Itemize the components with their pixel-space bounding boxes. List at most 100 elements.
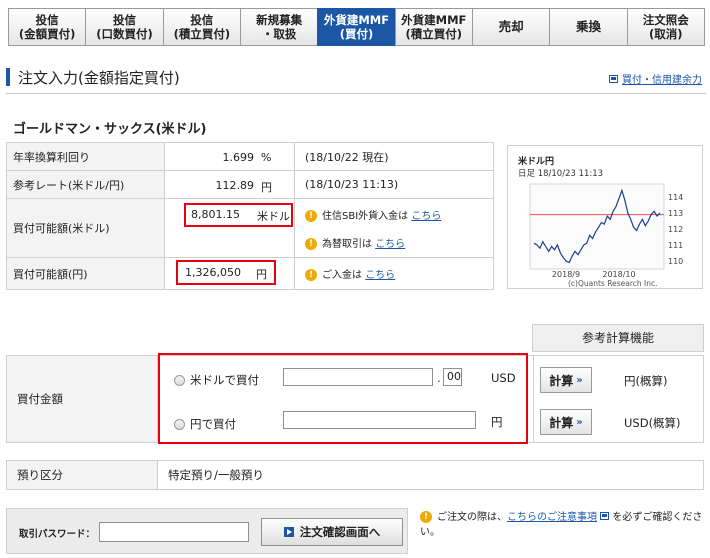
rate-unit: 円 xyxy=(261,181,272,194)
x-tick-label: 2018/10 xyxy=(602,270,635,279)
tab-sublabel: (積立買付) xyxy=(173,27,231,41)
table-row: 年率換算利回り 1.699 % (18/10/22 現在) xyxy=(6,142,494,171)
decimal-point: . xyxy=(437,371,441,385)
calculator-label: 参考計算機能 xyxy=(532,324,704,352)
notice-link[interactable]: こちらのご注意事項 xyxy=(507,512,597,523)
jpy-radio[interactable] xyxy=(174,418,185,430)
buying-power-link-label: 買付・信用建余力 xyxy=(622,75,702,86)
tab-label: 新規募集 xyxy=(256,13,303,27)
tab-sublabel: (金額買付) xyxy=(18,27,76,41)
page-title: 注文入力(金額指定買付) xyxy=(18,69,180,87)
confirm-order-button[interactable]: 注文確認画面へ xyxy=(261,518,403,546)
yield-label: 年率換算利回り xyxy=(6,142,165,171)
jpy-option-label: 円で買付 xyxy=(190,417,236,431)
yield-date: (18/10/22 現在) xyxy=(294,142,494,171)
jpy-deposit-text: ご入金は xyxy=(322,270,362,281)
purchase-amount-label: 買付金額 xyxy=(6,355,158,443)
password-input[interactable] xyxy=(99,522,249,542)
tab-label: 乗換 xyxy=(575,19,601,34)
order-notice: ! ご注文の際は、こちらのご注意事項 を必ずご確認ください。 xyxy=(420,510,705,540)
jpy-approx-label: 円(概算) xyxy=(624,374,668,388)
info-icon: ! xyxy=(305,209,317,222)
usd-option-label: 米ドルで買付 xyxy=(190,373,259,387)
calculate-usd-button[interactable]: 計算 » xyxy=(540,409,592,435)
tab-new-offering[interactable]: 新規募集 ・取扱 xyxy=(239,8,318,46)
tab-fund-units[interactable]: 投信 (口数買付) xyxy=(85,8,163,46)
chart-credit: (c)Quants Research Inc. xyxy=(568,279,657,288)
x-tick-label: 2018/9 xyxy=(552,270,580,279)
tab-fund-recurring[interactable]: 投信 (積立買付) xyxy=(162,8,240,46)
usdjpy-mini-chart: 米ドル円 日足 18/10/23 11:13 110 111 112 113 114 2… xyxy=(507,145,703,289)
y-tick-label: 111 xyxy=(668,241,683,250)
table-row: 参考レート(米ドル/円) 112.89 円 (18/10/23 11:13) xyxy=(6,170,494,199)
usd-option[interactable]: 米ドルで買付 xyxy=(174,372,259,388)
yield-unit: % xyxy=(261,151,272,164)
jpy-available-unit: 円 xyxy=(256,268,267,281)
buying-power-link[interactable]: 買付・信用建余力 xyxy=(609,71,702,86)
jpy-available-value: 1,326,050 xyxy=(185,266,241,279)
tab-sublabel: (積立買付) xyxy=(405,27,463,41)
jpy-available-cell: 1,326,050 円 xyxy=(164,257,295,290)
calculate-button-label: 計算 xyxy=(549,373,574,388)
info-icon: ! xyxy=(420,511,432,523)
usd-available-label: 買付可能額(米ドル) xyxy=(6,198,165,258)
usd-decimal-input[interactable]: 00 xyxy=(443,368,462,386)
tab-label: 投信 xyxy=(112,13,136,27)
usd-available-unit: 米ドル xyxy=(257,210,290,223)
usd-radio[interactable] xyxy=(174,374,185,386)
calculate-button-label: 計算 xyxy=(549,415,574,430)
usd-available-cell: 8,801.15 米ドル xyxy=(164,198,295,258)
tab-sublabel: ・取扱 xyxy=(261,27,297,41)
jpy-unit-label: 円 xyxy=(491,415,503,429)
tab-label: 投信 xyxy=(190,13,214,27)
usd-integer-input[interactable] xyxy=(283,368,433,386)
deposit-type-label: 預り区分 xyxy=(6,460,158,490)
tab-sell[interactable]: 売却 xyxy=(471,8,550,46)
page-header: 注文入力(金額指定買付) 買付・信用建余力 xyxy=(0,62,710,92)
tab-sublabel: (口数買付) xyxy=(96,27,153,41)
jpy-available-label: 買付可能額(円) xyxy=(6,257,165,290)
fx-trade-link[interactable]: こちら xyxy=(375,239,405,250)
rate-cell: 112.89 円 xyxy=(164,170,295,199)
section-marker xyxy=(6,68,10,86)
password-label: 取引パスワード： xyxy=(19,529,96,540)
tab-switch[interactable]: 乗換 xyxy=(549,8,627,46)
tab-sublabel: (取消) xyxy=(649,27,683,41)
tab-mmf-buy[interactable]: 外貨建MMF (買付) xyxy=(317,8,395,46)
fund-info-table: 年率換算利回り 1.699 % (18/10/22 現在) 参考レート(米ドル/… xyxy=(6,142,494,290)
purchase-amount-inputs: 米ドルで買付 . 00 USD 円で買付 円 xyxy=(158,353,534,444)
tab-fund-amount[interactable]: 投信 (金額買付) xyxy=(8,8,86,46)
rate-value: 112.89 xyxy=(215,179,255,192)
y-tick-label: 113 xyxy=(668,209,683,218)
rate-date: (18/10/23 11:13) xyxy=(294,170,494,199)
tab-label: 投信 xyxy=(35,13,59,27)
play-icon xyxy=(283,527,294,537)
double-chevron-right-icon: » xyxy=(576,374,583,386)
double-chevron-right-icon: » xyxy=(576,416,583,428)
tab-order-inquiry[interactable]: 注文照会 (取消) xyxy=(626,8,705,46)
usd-approx-label: USD(概算) xyxy=(624,416,681,430)
jpy-amount-input[interactable] xyxy=(283,411,476,429)
fx-trade-text: 為替取引は xyxy=(322,238,372,250)
jpy-option[interactable]: 円で買付 xyxy=(174,416,236,432)
jpy-deposit-link[interactable]: こちら xyxy=(365,270,395,281)
tab-sublabel: (買付) xyxy=(339,27,374,41)
tab-mmf-recurring[interactable]: 外貨建MMF (積立買付) xyxy=(394,8,472,46)
window-icon xyxy=(600,512,610,520)
header-divider xyxy=(6,93,706,94)
y-tick-label: 110 xyxy=(668,257,683,266)
plot-frame xyxy=(529,183,665,270)
fx-deposit-link[interactable]: こちら xyxy=(411,211,441,222)
usdjpy-chart-svg: 110 111 112 113 114 2018/9 2018/10 (c)Quants… xyxy=(529,183,683,288)
fund-name: ゴールドマン・サックス(米ドル) xyxy=(13,122,207,137)
yield-value: 1.699 xyxy=(222,151,255,164)
usd-unit-label: USD xyxy=(491,371,516,385)
usd-available-value: 8,801.15 xyxy=(191,208,240,221)
rate-label: 参考レート(米ドル/円) xyxy=(6,170,165,199)
calculate-jpy-button[interactable]: 計算 » xyxy=(540,367,592,393)
calculator-area: 計算 » 円(概算) 計算 » USD(概算) xyxy=(534,355,704,443)
yield-cell: 1.699 % xyxy=(164,142,295,171)
password-area: 取引パスワード： 注文確認画面へ xyxy=(6,508,408,554)
notice-text-before: ご注文の際は、 xyxy=(437,512,507,523)
tab-label: 売却 xyxy=(498,19,524,34)
